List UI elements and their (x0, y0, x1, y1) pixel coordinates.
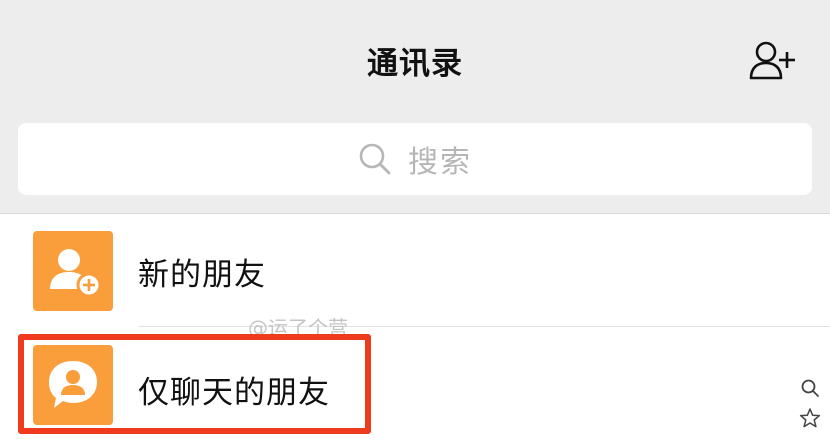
chat-only-friend-icon (33, 345, 113, 425)
menu-item-new-friends[interactable]: 新的朋友 (0, 213, 830, 325)
search-icon (359, 143, 391, 175)
menu-item-label: 仅聊天的朋友 (138, 375, 330, 411)
header: 通讯录 (0, 0, 830, 118)
search-bar[interactable]: 搜索 (18, 123, 812, 195)
menu-item-chat-only-friends[interactable]: 仅聊天的朋友 (0, 327, 830, 439)
index-star-icon[interactable] (799, 407, 821, 429)
add-contact-icon[interactable] (748, 40, 798, 82)
search-placeholder: 搜索 (408, 145, 472, 180)
new-friend-icon (33, 231, 113, 311)
page-title: 通讯录 (367, 46, 463, 82)
index-search-icon[interactable] (800, 378, 820, 398)
menu-item-label: 新的朋友 (138, 257, 266, 293)
